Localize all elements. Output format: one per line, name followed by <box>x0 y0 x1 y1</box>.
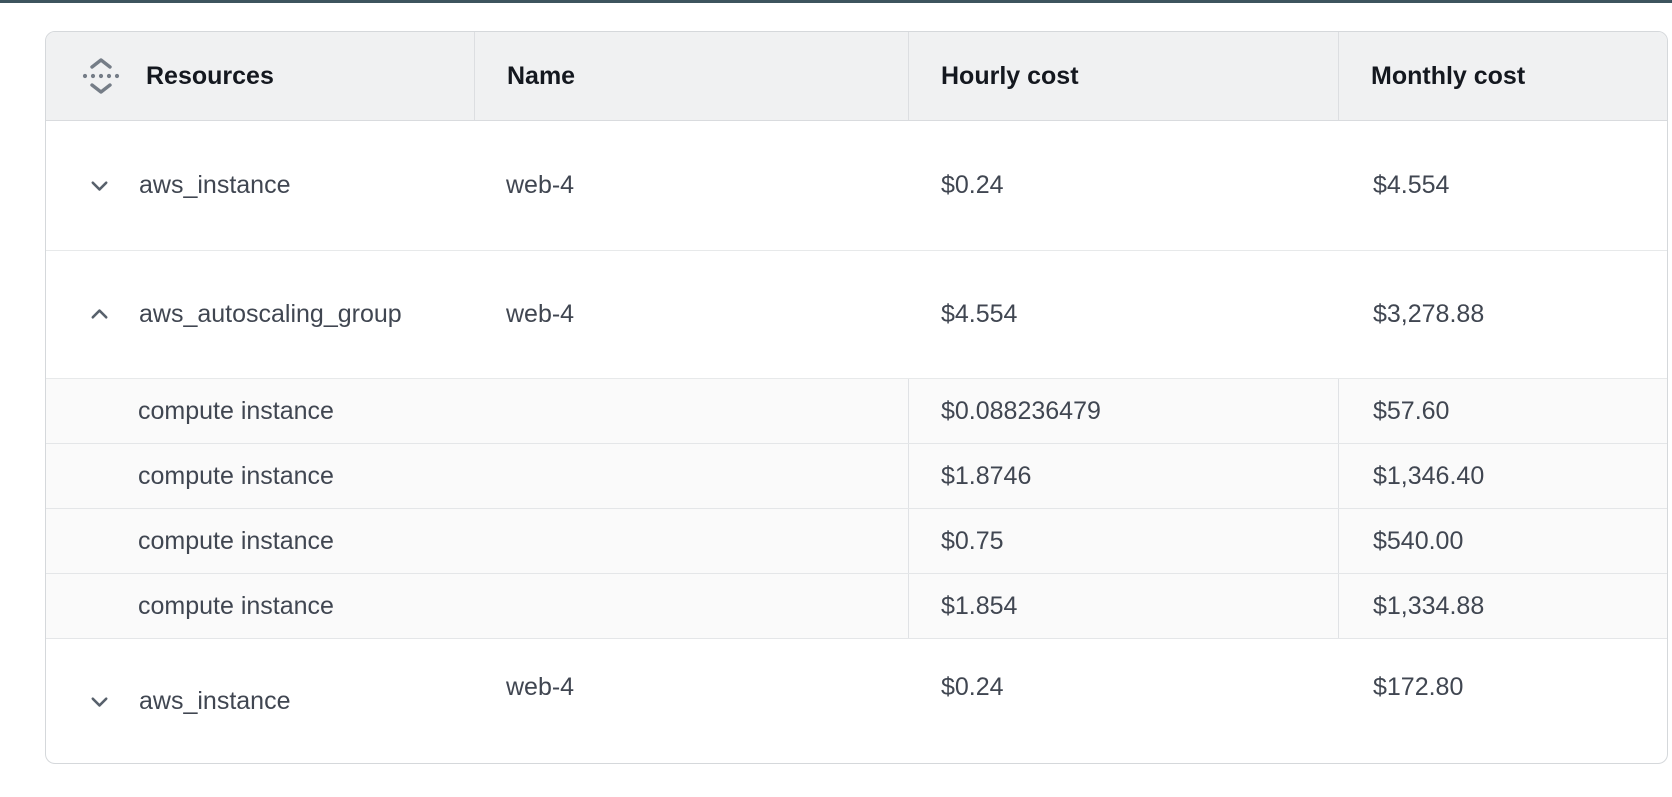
monthly-cost-cell: $4.554 <box>1339 121 1667 250</box>
name-cell: web-4 <box>475 121 909 250</box>
column-header-resources[interactable]: Resources <box>46 32 475 120</box>
chevron-down-icon[interactable] <box>86 172 113 199</box>
table-row: aws_instance web-4 $0.24 $172.80 <box>46 639 1667 763</box>
column-header-name[interactable]: Name <box>475 32 909 120</box>
subcomponent-row: compute instance $0.088236479 $57.60 <box>46 379 1667 444</box>
chevron-down-icon[interactable] <box>86 688 113 715</box>
hourly-cost-cell: $1.8746 <box>909 444 1339 508</box>
hourly-cost-cell: $0.24 <box>909 121 1339 250</box>
column-header-hourly-cost[interactable]: Hourly cost <box>909 32 1339 120</box>
chevron-up-icon[interactable] <box>86 301 113 328</box>
monthly-cost-cell: $172.80 <box>1339 625 1667 749</box>
resource-type: aws_autoscaling_group <box>139 300 402 329</box>
column-header-monthly-cost[interactable]: Monthly cost <box>1339 32 1667 120</box>
subcomponent-row: compute instance $0.75 $540.00 <box>46 509 1667 574</box>
subcomponent-row: compute instance $1.8746 $1,346.40 <box>46 444 1667 509</box>
cost-breakdown-table: Resources Name Hourly cost Monthly cost … <box>45 31 1668 764</box>
subcomponent-label-cell: compute instance <box>46 444 909 508</box>
monthly-cost-cell: $540.00 <box>1339 509 1667 573</box>
table-header-row: Resources Name Hourly cost Monthly cost <box>46 32 1667 121</box>
monthly-cost-cell: $3,278.88 <box>1339 251 1667 378</box>
resource-type: aws_instance <box>139 687 290 716</box>
name-cell: web-4 <box>475 625 909 749</box>
subcomponent-label-cell: compute instance <box>46 509 909 573</box>
name-cell: web-4 <box>475 251 909 378</box>
column-header-label: Hourly cost <box>941 62 1079 91</box>
hourly-cost-cell: $0.75 <box>909 509 1339 573</box>
monthly-cost-cell: $1,346.40 <box>1339 444 1667 508</box>
drag-handle-icon[interactable] <box>80 53 122 99</box>
resource-cell: aws_autoscaling_group <box>46 251 475 378</box>
resource-cell: aws_instance <box>46 639 475 763</box>
subcomponent-label-cell: compute instance <box>46 379 909 443</box>
hourly-cost-cell: $0.088236479 <box>909 379 1339 443</box>
column-header-label: Resources <box>146 62 274 91</box>
hourly-cost-cell: $0.24 <box>909 625 1339 749</box>
resource-cell: aws_instance <box>46 121 475 250</box>
table-row: aws_instance web-4 $0.24 $4.554 <box>46 121 1667 251</box>
top-accent-bar <box>0 0 1672 3</box>
table-row: aws_autoscaling_group web-4 $4.554 $3,27… <box>46 251 1667 379</box>
resource-type: aws_instance <box>139 171 290 200</box>
monthly-cost-cell: $57.60 <box>1339 379 1667 443</box>
column-header-label: Name <box>507 62 575 91</box>
column-header-label: Monthly cost <box>1371 62 1525 91</box>
hourly-cost-cell: $4.554 <box>909 251 1339 378</box>
